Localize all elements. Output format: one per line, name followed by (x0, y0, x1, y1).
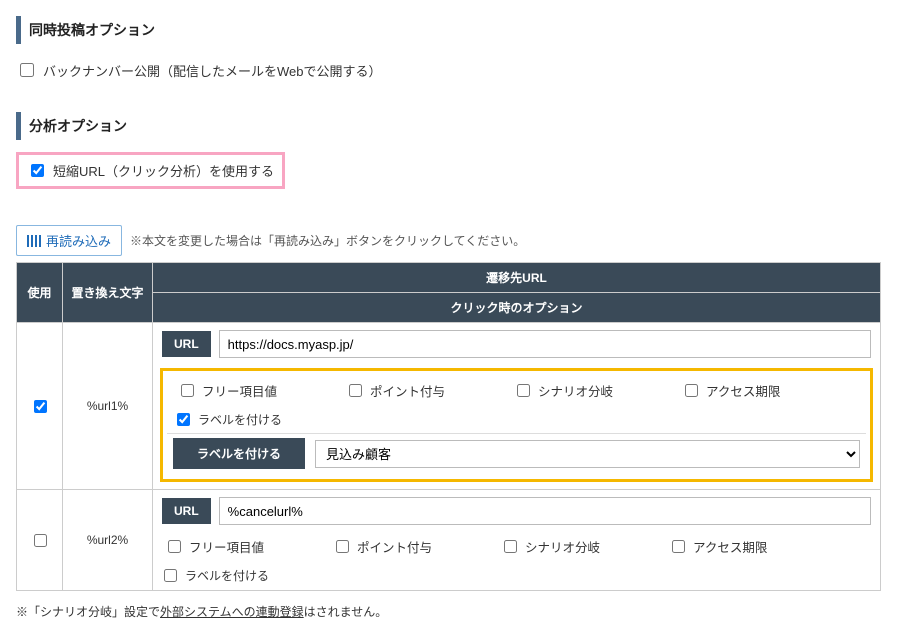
th-click-option: クリック時のオプション (153, 293, 881, 323)
option-free-item[interactable]: フリー項目値 (164, 537, 324, 556)
url-input-1[interactable] (219, 330, 871, 358)
backnumber-checkbox[interactable] (20, 63, 34, 77)
scenario-checkbox-2[interactable] (504, 540, 517, 553)
point-checkbox-2[interactable] (336, 540, 349, 553)
access-limit-checkbox-2[interactable] (672, 540, 685, 553)
label-select[interactable]: 見込み顧客 (315, 440, 860, 468)
table-row: %url1% URL フリー項目値 ポイント付与 (17, 323, 881, 490)
free-item-checkbox-1[interactable] (181, 384, 194, 397)
reload-button[interactable]: 再読み込み (16, 225, 122, 256)
use-cell (17, 323, 63, 490)
option-free-item[interactable]: フリー項目値 (177, 381, 337, 400)
label-badge: ラベルを付ける (173, 438, 305, 469)
th-replace: 置き換え文字 (63, 263, 153, 323)
reload-icon (27, 235, 41, 247)
attach-label-text: ラベルを付ける (198, 411, 282, 428)
url-row: URL (154, 324, 879, 364)
option-access-limit[interactable]: アクセス期限 (668, 537, 828, 556)
use-checkbox-1[interactable] (34, 400, 47, 413)
footer-note: ※「シナリオ分岐」設定で外部システムへの連動登録はされません。 (16, 603, 902, 620)
options-cell: URL フリー項目値 ポイント付与 シナリオ分岐 (153, 490, 881, 591)
free-item-checkbox-2[interactable] (168, 540, 181, 553)
attach-label-checkbox-1[interactable] (177, 413, 190, 426)
attach-label-row: ラベルを付ける (154, 562, 879, 589)
use-cell (17, 490, 63, 591)
attach-label-text: ラベルを付ける (185, 567, 269, 584)
th-dest-url: 遷移先URL (153, 263, 881, 293)
option-access-limit[interactable]: アクセス期限 (681, 381, 841, 400)
yellow-highlight-box: フリー項目値 ポイント付与 シナリオ分岐 アクセス期限 (160, 368, 873, 482)
attach-label-row: ラベルを付ける (167, 406, 866, 433)
option-scenario[interactable]: シナリオ分岐 (500, 537, 660, 556)
short-url-checkbox[interactable] (31, 164, 44, 177)
use-checkbox-2[interactable] (34, 534, 47, 547)
replace-cell: %url2% (63, 490, 153, 591)
url-input-2[interactable] (219, 497, 871, 525)
option-point[interactable]: ポイント付与 (332, 537, 492, 556)
point-checkbox-1[interactable] (349, 384, 362, 397)
option-scenario[interactable]: シナリオ分岐 (513, 381, 673, 400)
free-item-label: フリー項目値 (189, 537, 264, 556)
scenario-label: シナリオ分岐 (538, 381, 613, 400)
short-url-label: 短縮URL（クリック分析）を使用する (53, 161, 274, 180)
short-url-highlight: 短縮URL（クリック分析）を使用する (16, 152, 285, 189)
th-use: 使用 (17, 263, 63, 323)
point-label: ポイント付与 (357, 537, 432, 556)
scenario-label: シナリオ分岐 (525, 537, 600, 556)
reload-button-label: 再読み込み (46, 231, 111, 250)
footer-link[interactable]: 外部システムへの連動登録 (160, 605, 304, 619)
option-checkbox-row: フリー項目値 ポイント付与 シナリオ分岐 アクセス期限 (154, 531, 879, 562)
option-checkbox-row: フリー項目値 ポイント付与 シナリオ分岐 アクセス期限 (167, 375, 866, 406)
scenario-checkbox-1[interactable] (517, 384, 530, 397)
section-title-analysis: 分析オプション (16, 112, 902, 140)
attach-label-checkbox-2[interactable] (164, 569, 177, 582)
point-label: ポイント付与 (370, 381, 445, 400)
options-cell: URL フリー項目値 ポイント付与 (153, 323, 881, 490)
footer-suffix: はされません。 (304, 605, 388, 619)
access-limit-checkbox-1[interactable] (685, 384, 698, 397)
url-badge: URL (162, 331, 211, 357)
backnumber-label: バックナンバー公開（配信したメールをWebで公開する） (43, 61, 382, 80)
access-limit-label: アクセス期限 (693, 537, 767, 556)
table-row: %url2% URL フリー項目値 ポイント付与 (17, 490, 881, 591)
url-table: 使用 置き換え文字 遷移先URL クリック時のオプション %url1% URL (16, 262, 881, 591)
url-row: URL (154, 491, 879, 531)
reload-bar: 再読み込み ※本文を変更した場合は「再読み込み」ボタンをクリックしてください。 (16, 225, 902, 256)
replace-cell: %url1% (63, 323, 153, 490)
free-item-label: フリー項目値 (202, 381, 277, 400)
reload-note: ※本文を変更した場合は「再読み込み」ボタンをクリックしてください。 (130, 232, 525, 249)
access-limit-label: アクセス期限 (706, 381, 780, 400)
label-select-row: ラベルを付ける 見込み顧客 (167, 433, 866, 473)
backnumber-option-row: バックナンバー公開（配信したメールをWebで公開する） (16, 56, 902, 84)
section-title-simultaneous-post: 同時投稿オプション (16, 16, 902, 44)
option-point[interactable]: ポイント付与 (345, 381, 505, 400)
url-badge: URL (162, 498, 211, 524)
footer-prefix: ※「シナリオ分岐」設定で (16, 605, 160, 619)
